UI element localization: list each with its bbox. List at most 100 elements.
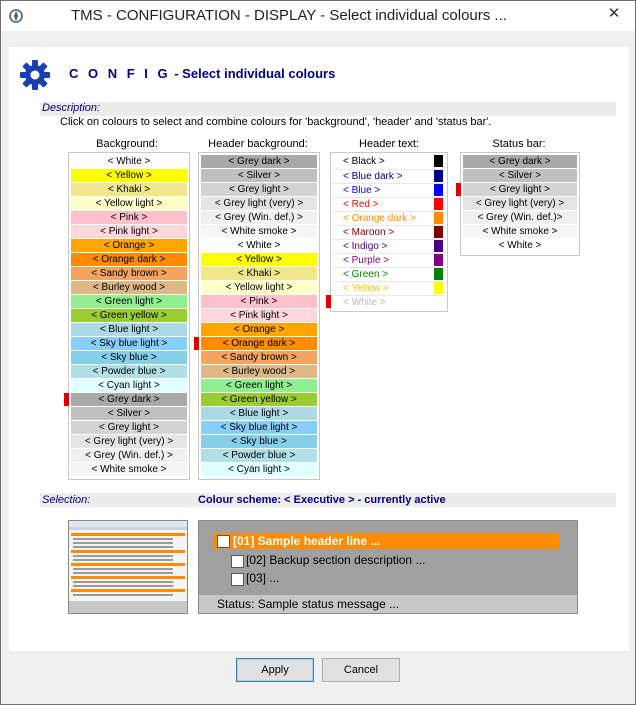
colour-option[interactable]: < Pink light > <box>71 225 187 238</box>
colour-option[interactable]: < Pink > <box>71 211 187 224</box>
colour-swatch <box>434 226 443 238</box>
colour-option[interactable]: < Yellow > <box>201 253 317 266</box>
colour-option[interactable]: < Burley wood > <box>71 281 187 294</box>
preview-status-text: Status: Sample status message ... <box>217 597 400 611</box>
colour-option[interactable]: < White smoke > <box>71 463 187 476</box>
colour-option[interactable]: < Yellow light > <box>201 281 317 294</box>
selected-marker <box>64 393 69 406</box>
colour-option[interactable]: < Grey light (very) > <box>201 197 317 210</box>
colour-option[interactable]: < Grey (Win. def.) > <box>201 211 317 224</box>
colour-scheme-text: Colour scheme: < Executive > - currently… <box>198 494 446 506</box>
colour-option[interactable]: < White > <box>333 295 445 308</box>
colour-option[interactable]: < Blue dark > <box>333 169 445 182</box>
colour-option[interactable]: < Grey (Win. def.)> <box>463 211 577 224</box>
colour-option[interactable]: < Silver > <box>463 169 577 182</box>
colour-option[interactable]: < Grey light > <box>71 421 187 434</box>
colour-option[interactable]: < White > <box>201 239 317 252</box>
selection-label: Selection: <box>42 494 91 506</box>
app-icon <box>9 9 23 23</box>
header-text-option-list: < Black > < Blue dark > < Blue > < Red > < O… <box>326 152 448 312</box>
preview-checkbox-3 <box>231 573 244 586</box>
colour-option[interactable]: < Green light > <box>201 379 317 392</box>
colour-option[interactable]: < Burley wood > <box>201 365 317 378</box>
scheme-thumbnail[interactable] <box>68 520 188 614</box>
colour-swatch <box>434 296 443 308</box>
colour-option[interactable]: < White > <box>463 239 577 252</box>
colour-option[interactable]: < Orange > <box>71 239 187 252</box>
colour-option[interactable]: < Grey (Win. def.) > <box>71 449 187 462</box>
colour-option[interactable]: < Orange dark > <box>333 211 445 224</box>
colour-option[interactable]: < Silver > <box>71 407 187 420</box>
colour-option[interactable]: < Orange dark > <box>201 337 317 350</box>
colour-option[interactable]: < Green light > <box>71 295 187 308</box>
colour-option[interactable]: < Yellow light > <box>71 197 187 210</box>
header-bg-option-list: < Grey dark > < Silver > < Grey light > < G… <box>194 152 320 480</box>
selected-marker <box>326 295 331 308</box>
status-bar-column-title: Status bar: <box>492 138 546 150</box>
colour-option[interactable]: < Powder blue > <box>201 449 317 462</box>
colour-option[interactable]: < Yellow > <box>333 281 445 294</box>
colour-option[interactable]: < Sky blue light > <box>71 337 187 350</box>
colour-swatch <box>434 240 443 252</box>
colour-option[interactable]: < Indigo > <box>333 239 445 252</box>
colour-option[interactable]: < Maroon > <box>333 225 445 238</box>
colour-option[interactable]: < Sandy brown > <box>71 267 187 280</box>
colour-option[interactable]: < Purple > <box>333 253 445 266</box>
colour-option[interactable]: < Silver > <box>201 169 317 182</box>
background-option-list: < White > < Yellow > < Khaki > < Yellow lig… <box>64 152 190 480</box>
colour-swatch <box>434 282 443 294</box>
header-text-column-title: Header text: <box>359 138 419 150</box>
colour-option[interactable]: < Sky blue > <box>201 435 317 448</box>
title-rest: - Select individual colours <box>170 66 336 81</box>
colour-option[interactable]: < Green yellow > <box>201 393 317 406</box>
description-bar <box>40 102 616 116</box>
colour-option[interactable]: < Powder blue > <box>71 365 187 378</box>
colour-option[interactable]: < Pink light > <box>201 309 317 322</box>
thumbnail-image <box>69 521 187 613</box>
colour-option[interactable]: < Grey light > <box>463 183 577 196</box>
colour-swatch <box>434 155 443 167</box>
close-button[interactable]: ✕ <box>601 3 627 25</box>
colour-option[interactable]: < Grey dark > <box>463 155 577 168</box>
colour-option[interactable]: < White smoke > <box>201 225 317 238</box>
colour-swatch <box>434 212 443 224</box>
colour-option[interactable]: < Grey light (very) > <box>463 197 577 210</box>
colour-option[interactable]: < Grey light (very) > <box>71 435 187 448</box>
colour-option[interactable]: < Khaki > <box>201 267 317 280</box>
colour-option[interactable]: < Blue > <box>333 183 445 196</box>
preview-status-bar: Status: Sample status message ... <box>199 595 577 613</box>
description-text: Click on colours to select and combine c… <box>60 116 492 128</box>
colour-option[interactable]: < Black > <box>333 155 445 168</box>
colour-option[interactable]: < Grey dark > <box>201 155 317 168</box>
preview-line-2: [02] Backup section description ... <box>246 553 426 567</box>
colour-option[interactable]: < Red > <box>333 197 445 210</box>
apply-button[interactable]: Apply <box>236 658 314 682</box>
colour-option[interactable]: < Sky blue light > <box>201 421 317 434</box>
colour-option[interactable]: < White > <box>71 155 187 168</box>
colour-option[interactable]: < Blue light > <box>71 323 187 336</box>
colour-option[interactable]: < Cyan light > <box>201 463 317 476</box>
window-title: TMS - CONFIGURATION - DISPLAY - Select i… <box>71 7 507 24</box>
colour-swatch <box>434 184 443 196</box>
colour-option[interactable]: < Yellow > <box>71 169 187 182</box>
colour-option[interactable]: < Green > <box>333 267 445 280</box>
colour-option[interactable]: < Cyan light > <box>71 379 187 392</box>
selected-marker <box>194 337 199 350</box>
colour-option[interactable]: < Orange dark > <box>71 253 187 266</box>
colour-option[interactable]: < Blue light > <box>201 407 317 420</box>
colour-option[interactable]: < White smoke > <box>463 225 577 238</box>
colour-option[interactable]: < Khaki > <box>71 183 187 196</box>
colour-option[interactable]: < Orange > <box>201 323 317 336</box>
colour-swatch <box>434 170 443 182</box>
colour-option[interactable]: < Green yellow > <box>71 309 187 322</box>
description-label: Description: <box>42 102 101 114</box>
preview-checkbox-2 <box>231 555 244 568</box>
colour-option[interactable]: < Grey light > <box>201 183 317 196</box>
colour-option[interactable]: < Sky blue > <box>71 351 187 364</box>
colour-option[interactable]: < Grey dark > <box>71 393 187 406</box>
cancel-button[interactable]: Cancel <box>322 658 400 682</box>
colour-option[interactable]: < Pink > <box>201 295 317 308</box>
colour-option[interactable]: < Sandy brown > <box>201 351 317 364</box>
preview-header-text: [01] Sample header line ... <box>233 534 381 548</box>
preview-header-line: [01] Sample header line ... <box>213 533 559 549</box>
